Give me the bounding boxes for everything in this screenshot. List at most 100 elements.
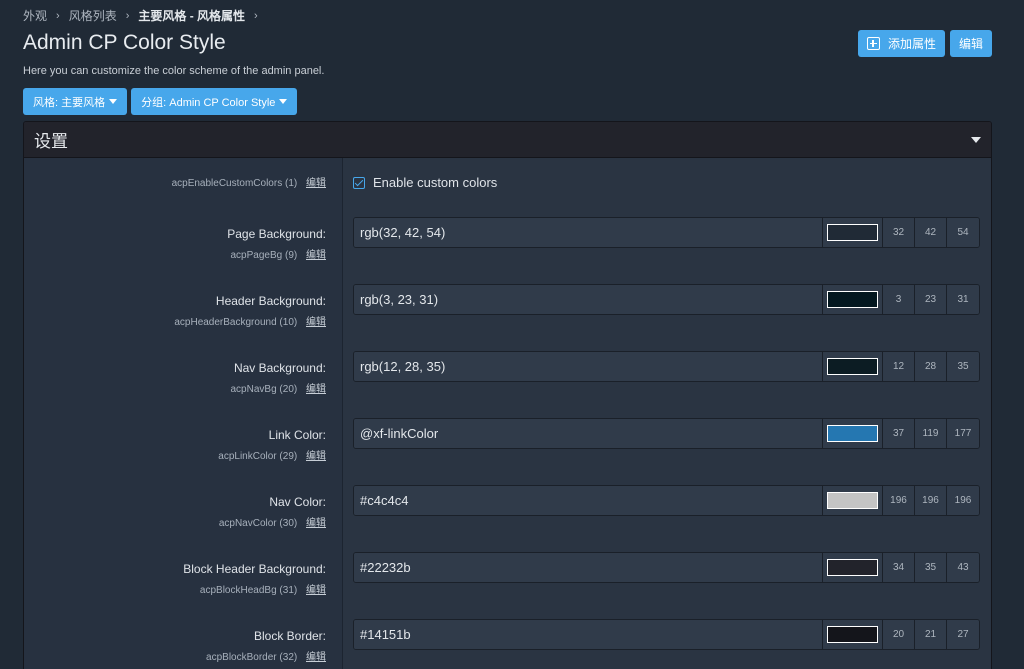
block-title: 设置 bbox=[34, 132, 68, 151]
page-title: Admin CP Color Style bbox=[23, 31, 226, 54]
option-name: acpEnableCustomColors bbox=[171, 178, 283, 189]
color-value-input[interactable]: rgb(3, 23, 31) bbox=[354, 285, 823, 314]
color-value-input[interactable]: @xf-linkColor bbox=[354, 419, 823, 448]
option-name: acpPageBg bbox=[230, 250, 283, 261]
add-property-button[interactable]: 添加属性 bbox=[857, 30, 945, 57]
option-edit-link[interactable]: 编辑 bbox=[306, 317, 326, 328]
blue-component: 43 bbox=[947, 553, 979, 582]
option-label-cell: Block Border: acpBlockBorder (32) 编辑 bbox=[24, 618, 342, 669]
option-name: acpNavBg bbox=[230, 384, 277, 395]
green-component: 28 bbox=[915, 352, 947, 381]
option-edit-link[interactable]: 编辑 bbox=[306, 518, 326, 529]
group-filter-dropdown[interactable]: 分组: Admin CP Color Style bbox=[131, 88, 298, 115]
style-filter-dropdown[interactable]: 风格: 主要风格 bbox=[23, 88, 128, 115]
chevron-right-icon: › bbox=[125, 9, 130, 22]
option-meta: acpNavColor (30) 编辑 bbox=[24, 514, 326, 529]
option-edit-link[interactable]: 编辑 bbox=[306, 178, 326, 189]
option-order: (20) bbox=[279, 384, 298, 395]
color-swatch bbox=[827, 559, 878, 576]
color-value-input[interactable]: rgb(32, 42, 54) bbox=[354, 218, 823, 247]
blue-component: 31 bbox=[947, 285, 979, 314]
color-swatch bbox=[827, 626, 878, 643]
option-label-cell: acpEnableCustomColors (1) 编辑 bbox=[24, 158, 342, 216]
green-component: 35 bbox=[915, 553, 947, 582]
color-picker-trigger[interactable] bbox=[823, 352, 883, 381]
option-title: Nav Color: bbox=[269, 495, 326, 509]
color-picker-trigger[interactable] bbox=[823, 553, 883, 582]
option-name: acpBlockHeadBg bbox=[199, 585, 277, 596]
color-picker-trigger[interactable] bbox=[823, 285, 883, 314]
color-swatch bbox=[827, 358, 878, 375]
option-row-acpHeaderBackground: Header Background: acpHeaderBackground (… bbox=[24, 283, 991, 350]
option-meta: acpNavBg (20) 编辑 bbox=[24, 380, 327, 395]
option-edit-link[interactable]: 编辑 bbox=[306, 384, 326, 395]
green-component: 42 bbox=[915, 218, 947, 247]
option-edit-link[interactable]: 编辑 bbox=[306, 451, 326, 462]
color-picker-trigger[interactable] bbox=[823, 620, 883, 649]
option-row-acpNavColor: Nav Color: acpNavColor (30) 编辑 #c4c4c4 1… bbox=[24, 484, 991, 551]
options-list: acpEnableCustomColors (1) 编辑 Enable cust… bbox=[24, 158, 991, 669]
option-edit-link[interactable]: 编辑 bbox=[306, 585, 326, 596]
red-component: 32 bbox=[883, 218, 915, 247]
breadcrumb: 外观 › 风格列表 › 主要风格 - 风格属性 › bbox=[23, 7, 267, 24]
option-meta: acpPageBg (9) 编辑 bbox=[24, 246, 326, 261]
option-title: Block Header Background: bbox=[183, 562, 326, 576]
option-value-cell: #c4c4c4 196 196 196 bbox=[342, 484, 991, 551]
option-order: (30) bbox=[279, 518, 298, 529]
color-picker-trigger[interactable] bbox=[823, 419, 883, 448]
option-row-acpBlockBorder: Block Border: acpBlockBorder (32) 编辑 #14… bbox=[24, 618, 991, 669]
enable-custom-colors-checkbox-label[interactable]: Enable custom colors bbox=[353, 175, 980, 190]
green-component: 119 bbox=[915, 419, 947, 448]
blue-component: 177 bbox=[947, 419, 979, 448]
color-value-input[interactable]: #c4c4c4 bbox=[354, 486, 823, 515]
option-value-cell: rgb(32, 42, 54) 32 42 54 bbox=[342, 216, 991, 283]
collapse-toggle-icon[interactable] bbox=[971, 136, 981, 143]
edit-button[interactable]: 编辑 bbox=[949, 30, 992, 57]
option-meta: acpBlockBorder (32) 编辑 bbox=[24, 648, 326, 663]
option-order: (32) bbox=[279, 652, 298, 663]
color-input-group: #22232b 34 35 43 bbox=[353, 552, 980, 583]
red-component: 196 bbox=[883, 486, 915, 515]
option-order: (9) bbox=[284, 250, 298, 261]
option-row-acpBlockHeadBg: Block Header Background: acpBlockHeadBg … bbox=[24, 551, 991, 618]
breadcrumb-appearance[interactable]: 外观 bbox=[23, 7, 47, 24]
color-swatch bbox=[827, 425, 878, 442]
option-value-cell: #22232b 34 35 43 bbox=[342, 551, 991, 618]
color-input-group: #14151b 20 21 27 bbox=[353, 619, 980, 650]
group-filter-label: 分组: Admin CP Color Style bbox=[141, 96, 276, 109]
add-property-label: 添加属性 bbox=[887, 37, 936, 51]
breadcrumb-style-properties[interactable]: 主要风格 - 风格属性 bbox=[138, 7, 245, 24]
color-value-input[interactable]: #22232b bbox=[354, 553, 823, 582]
caret-down-icon bbox=[109, 99, 118, 104]
option-name: acpBlockBorder bbox=[206, 652, 277, 663]
option-meta: acpBlockHeadBg (31) 编辑 bbox=[24, 581, 326, 596]
red-component: 20 bbox=[883, 620, 915, 649]
color-input-group: @xf-linkColor 37 119 177 bbox=[353, 418, 980, 449]
color-picker-trigger[interactable] bbox=[823, 218, 883, 247]
color-value-input[interactable]: rgb(12, 28, 35) bbox=[354, 352, 823, 381]
red-component: 12 bbox=[883, 352, 915, 381]
option-label-cell: Header Background: acpHeaderBackground (… bbox=[24, 283, 342, 350]
chevron-right-icon: › bbox=[56, 9, 60, 22]
option-order: (29) bbox=[279, 451, 298, 462]
option-edit-link[interactable]: 编辑 bbox=[306, 250, 326, 261]
option-value-cell: #14151b 20 21 27 bbox=[342, 618, 991, 669]
settings-block: 设置 acpEnableCustomColors (1) 编辑 Enable c… bbox=[23, 121, 992, 669]
option-title: Nav Background: bbox=[233, 361, 326, 375]
enable-custom-colors-checkbox[interactable] bbox=[353, 176, 365, 189]
header-actions: 添加属性 编辑 bbox=[857, 30, 992, 57]
block-header[interactable]: 设置 bbox=[24, 122, 991, 158]
option-name: acpNavColor bbox=[218, 518, 277, 529]
chevron-right-icon: › bbox=[254, 9, 258, 22]
option-value-cell: @xf-linkColor 37 119 177 bbox=[342, 417, 991, 484]
breadcrumb-style-list[interactable]: 风格列表 bbox=[69, 7, 117, 24]
option-meta: acpHeaderBackground (10) 编辑 bbox=[24, 313, 326, 328]
option-title: Page Background: bbox=[227, 227, 326, 241]
option-row-acpNavBg: Nav Background: acpNavBg (20) 编辑 rgb(12,… bbox=[24, 350, 991, 417]
option-label-cell: Link Color: acpLinkColor (29) 编辑 bbox=[24, 417, 342, 484]
option-value-cell: rgb(3, 23, 31) 3 23 31 bbox=[342, 283, 991, 350]
option-label-cell: Nav Color: acpNavColor (30) 编辑 bbox=[24, 484, 342, 551]
color-value-input[interactable]: #14151b bbox=[354, 620, 823, 649]
color-picker-trigger[interactable] bbox=[823, 486, 883, 515]
option-edit-link[interactable]: 编辑 bbox=[306, 652, 326, 663]
